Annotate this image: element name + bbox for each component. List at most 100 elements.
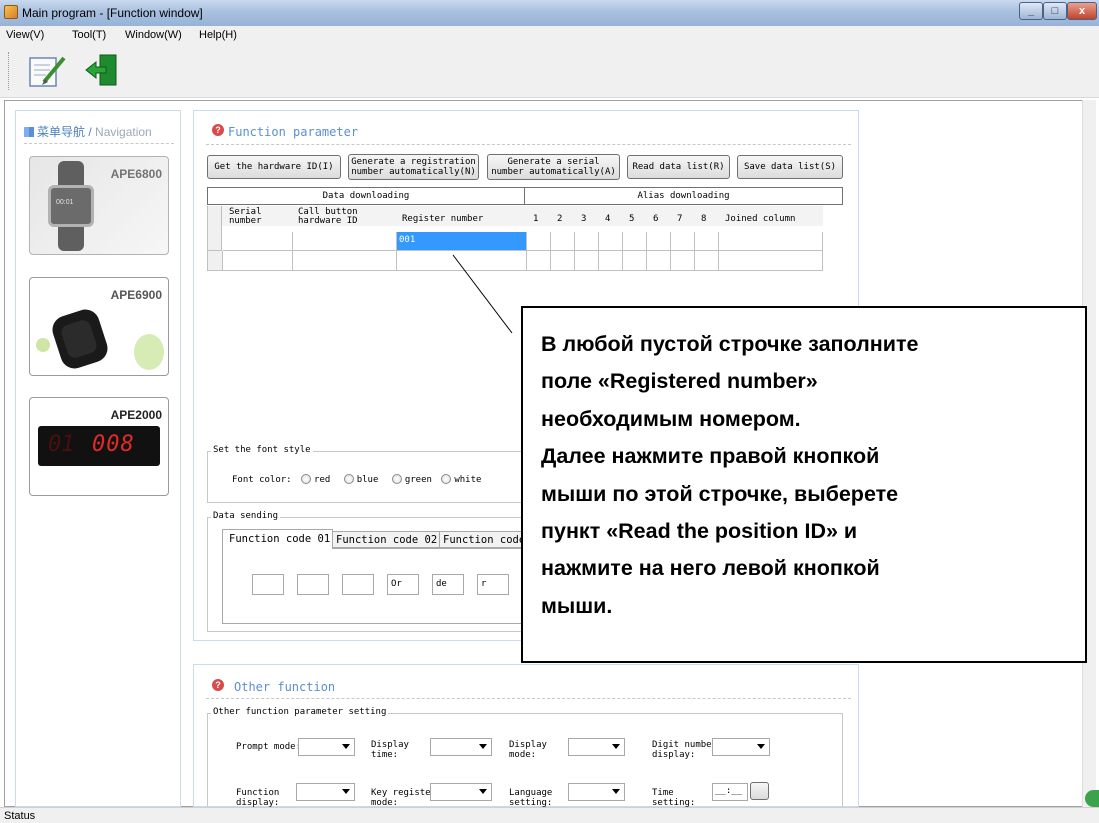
status-text: Status	[4, 810, 36, 822]
minimize-button[interactable]: _	[1019, 2, 1043, 20]
prompt-mode-label: Prompt mode:	[236, 742, 302, 752]
col-8: 8	[701, 214, 707, 224]
col-1: 1	[533, 214, 539, 224]
product-ape2000[interactable]: APE2000 01 008	[29, 397, 169, 496]
col-serial-number: Serial number	[229, 207, 262, 226]
prompt-mode-select[interactable]	[298, 738, 355, 756]
tab-function-code-03[interactable]: Function code	[440, 531, 526, 548]
exit-icon[interactable]	[82, 52, 122, 90]
digit-number-label: Digit number display:	[652, 740, 718, 760]
display-time-select[interactable]	[430, 738, 492, 756]
get-hardware-id-button[interactable]: Get the hardware ID(I)	[207, 155, 341, 179]
chevron-down-icon	[342, 789, 350, 794]
save-data-list-button[interactable]: Save data list(S)	[737, 155, 843, 179]
generate-registration-button[interactable]: Generate a registration number automatica…	[348, 154, 479, 180]
help-icon: ?	[212, 124, 224, 136]
other-function-title: Other function	[234, 680, 336, 694]
callout-line: В любой пустой строчке заполните	[541, 332, 919, 356]
help-icon: ?	[212, 679, 224, 691]
code-box-3[interactable]	[342, 574, 374, 595]
menu-view[interactable]: View(V)	[6, 29, 44, 41]
product-ape6900[interactable]: APE6900	[29, 277, 169, 376]
chevron-down-icon	[612, 744, 620, 749]
col-hardware-id: Call button hardware ID	[298, 207, 358, 226]
code-box-1[interactable]	[252, 574, 284, 595]
code-box-2[interactable]	[297, 574, 329, 595]
display-unit-image: 01 008	[38, 426, 160, 466]
menu-tool[interactable]: Tool(T)	[72, 29, 106, 41]
code-box-4[interactable]: Or	[387, 574, 419, 595]
language-select[interactable]	[568, 783, 625, 801]
time-setting-label: Time setting:	[652, 788, 696, 808]
watch-image: 00:01	[44, 161, 98, 251]
instruction-callout: В любой пустой строчке заполните поле «R…	[521, 306, 1087, 663]
time-setting-input[interactable]: __:__	[712, 783, 748, 801]
function-display-label: Function display:	[236, 788, 280, 808]
chevron-down-icon	[342, 744, 350, 749]
chevron-down-icon	[612, 789, 620, 794]
cell-register-number-selected[interactable]: 001	[397, 232, 527, 251]
product-ape6800[interactable]: APE6800 00:01	[29, 156, 169, 255]
col-joined: Joined column	[725, 214, 796, 224]
close-button[interactable]: x	[1067, 2, 1097, 20]
font-color-row: Font color: red blue green white	[232, 474, 482, 485]
key-register-select[interactable]	[430, 783, 492, 801]
chevron-down-icon	[479, 789, 487, 794]
alias-downloading-header: Alias downloading	[525, 187, 843, 205]
cell-hardware-id[interactable]	[293, 232, 397, 251]
status-indicator-icon	[1085, 790, 1099, 807]
tab-function-code-02[interactable]: Function code 02	[333, 531, 440, 548]
radio-white[interactable]	[441, 474, 452, 484]
display-mode-select[interactable]	[568, 738, 625, 756]
function-display-select[interactable]	[296, 783, 355, 801]
status-bar: Status	[0, 807, 1099, 823]
col-4: 4	[605, 214, 611, 224]
callout-line: мыши.	[541, 593, 613, 618]
time-picker-button[interactable]	[750, 782, 769, 800]
display-mode-label: Display mode:	[509, 740, 547, 760]
callout-line: поле «Registered number»	[541, 369, 818, 394]
col-2: 2	[557, 214, 563, 224]
display-time-label: Display time:	[371, 740, 409, 760]
radio-blue[interactable]	[343, 474, 354, 484]
menu-bar: View(V) Tool(T) Window(W) Help(H)	[0, 26, 1099, 44]
cell-serial[interactable]	[223, 232, 293, 251]
other-function-group-label: Other function parameter setting	[211, 707, 389, 717]
navigation-header: 菜单导航 / Navigation	[24, 123, 152, 140]
app-icon	[4, 5, 18, 19]
generate-serial-button[interactable]: Generate a serial number automatically(A)	[487, 154, 620, 180]
title-bar: Main program - [Function window] _ □ x	[0, 0, 1099, 26]
code-box-5[interactable]: de	[432, 574, 464, 595]
digit-number-select[interactable]	[712, 738, 770, 756]
edit-icon[interactable]	[26, 50, 70, 92]
tab-function-code-01[interactable]: Function code 01	[222, 529, 333, 549]
data-grid: Data downloading Alias downloading Seria…	[207, 187, 843, 271]
font-style-group-label: Set the font style	[211, 445, 313, 455]
callout-line: необходимым номером.	[541, 406, 801, 431]
key-register-label: Key register mode:	[371, 788, 437, 808]
menu-window[interactable]: Window(W)	[125, 29, 182, 41]
toolbar-grip	[8, 52, 10, 90]
maximize-button[interactable]: □	[1043, 2, 1067, 20]
menu-help[interactable]: Help(H)	[199, 29, 237, 41]
toolbar	[0, 44, 1099, 98]
read-data-list-button[interactable]: Read data list(R)	[627, 155, 730, 179]
grid-icon	[24, 127, 34, 137]
cell-joined[interactable]	[719, 232, 823, 251]
wristband-image	[48, 305, 116, 373]
radio-red[interactable]	[301, 474, 312, 484]
radio-green[interactable]	[391, 474, 402, 484]
col-3: 3	[581, 214, 587, 224]
callout-line: мыши по этой строчке, выберете	[541, 481, 899, 506]
col-6: 6	[653, 214, 659, 224]
code-box-6[interactable]: r	[477, 574, 509, 595]
col-5: 5	[629, 214, 635, 224]
data-sending-group-label: Data sending	[211, 511, 281, 521]
data-downloading-header: Data downloading	[207, 187, 525, 205]
callout-line: нажмите на него левой кнопкой	[541, 556, 880, 581]
function-parameter-title: Function parameter	[228, 125, 359, 139]
callout-line: пункт «Read the position ID» и	[541, 519, 858, 544]
chevron-down-icon	[479, 744, 487, 749]
navigation-panel: 菜单导航 / Navigation APE6800 00:01 APE6900 …	[15, 110, 181, 807]
callout-line: Далее нажмите правой кнопкой	[541, 444, 880, 469]
